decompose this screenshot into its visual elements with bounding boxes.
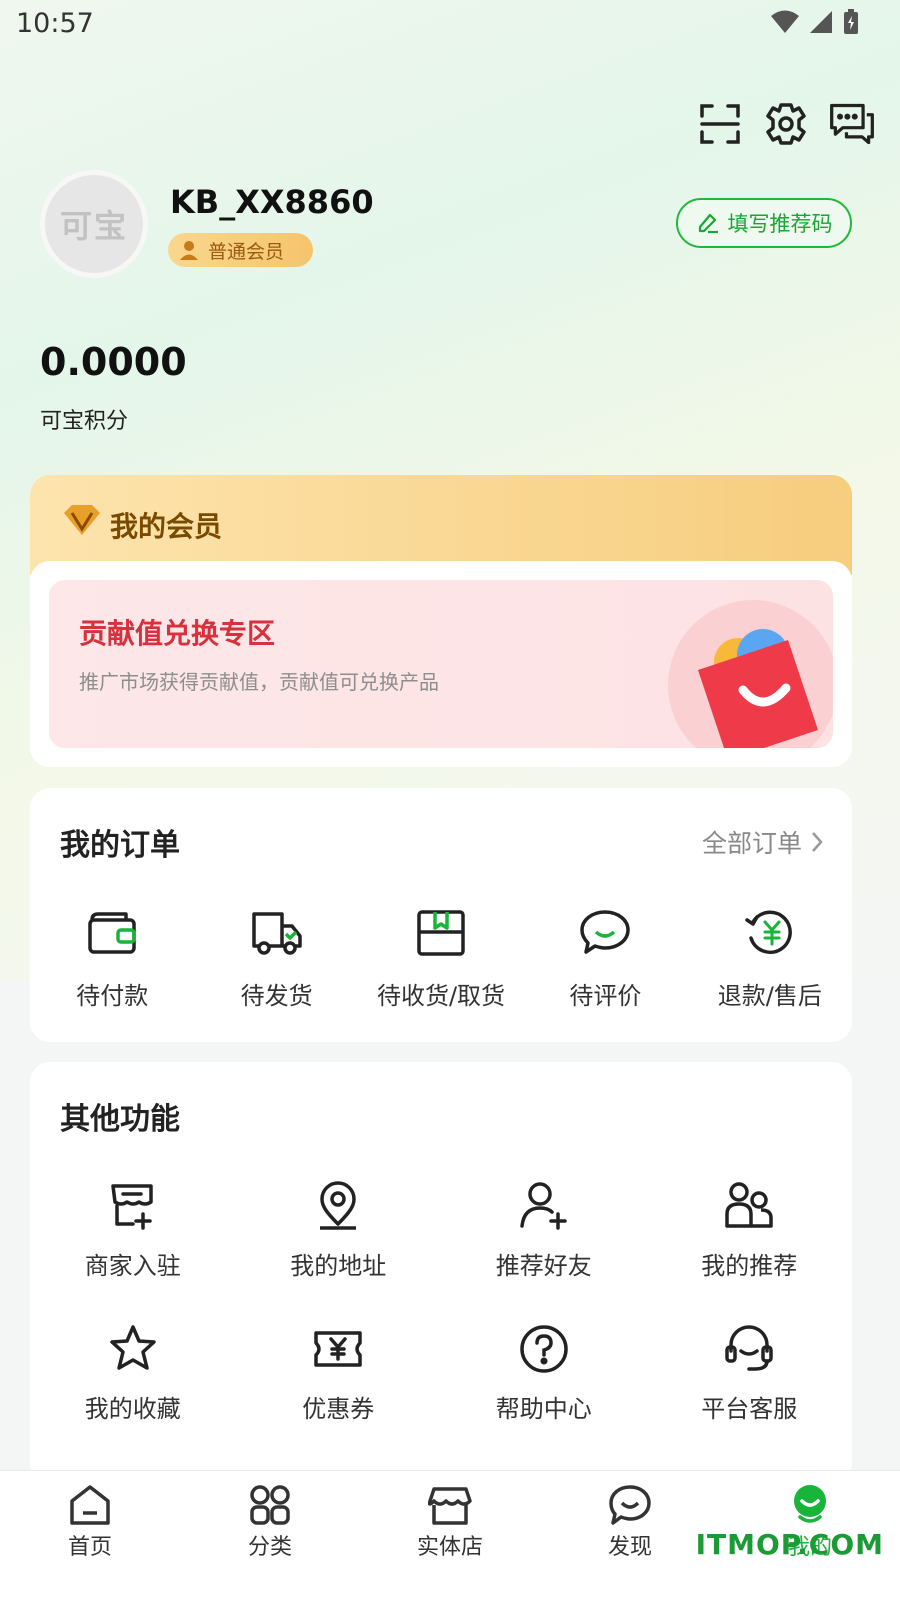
membership-header: 我的会员	[30, 475, 852, 575]
points-label: 可宝积分	[40, 409, 129, 434]
chat-icon	[830, 103, 874, 145]
order-status-row: 待付款 待发货 待收货/取货 待评价 退款/售后	[30, 908, 852, 1011]
user-add-icon	[520, 1182, 567, 1230]
chevron-right-icon	[812, 832, 823, 852]
member-level-label: 普通会员	[208, 240, 285, 263]
function-label: 商家入驻	[84, 1252, 181, 1280]
headset-icon	[725, 1325, 773, 1371]
help-icon	[520, 1325, 568, 1373]
function-label: 帮助中心	[495, 1395, 592, 1423]
order-pending-review[interactable]: 待评价	[523, 908, 687, 1011]
scan-button[interactable]	[696, 100, 744, 148]
order-item-label: 待评价	[569, 982, 642, 1010]
order-item-label: 待发货	[240, 982, 313, 1010]
order-pending-shipment[interactable]: 待发货	[194, 908, 358, 1011]
scan-icon	[700, 104, 740, 144]
all-orders-link[interactable]: 全部订单	[702, 824, 824, 860]
order-refund-aftersale[interactable]: 退款/售后	[688, 908, 852, 1011]
coupon-icon	[314, 1331, 362, 1367]
users-icon	[725, 1182, 773, 1228]
shopping-bag-icon	[668, 600, 833, 748]
edit-icon	[698, 213, 718, 234]
nav-home[interactable]: 首页	[0, 1471, 180, 1601]
nav-physical-store[interactable]: 实体店	[360, 1471, 540, 1601]
member-level-badge: 普通会员	[168, 233, 313, 267]
membership-body: 贡献值兑换专区 推广市场获得贡献值，贡献值可兑换产品	[30, 561, 852, 767]
refund-icon	[745, 910, 792, 955]
signal-icon	[810, 11, 832, 33]
nav-label: 分类	[247, 1535, 292, 1560]
referral-code-label: 填写推荐码	[727, 212, 833, 236]
watermark: ITMOP.COM	[695, 1528, 884, 1561]
top-actions	[696, 100, 876, 148]
exchange-title: 贡献值兑换专区	[79, 617, 276, 650]
settings-button[interactable]	[762, 100, 810, 148]
category-icon	[250, 1485, 290, 1525]
function-label: 我的地址	[290, 1252, 387, 1280]
username: KB_XX8860	[170, 183, 374, 221]
my-address[interactable]: 我的地址	[236, 1180, 442, 1281]
wifi-icon	[771, 10, 799, 33]
orders-title: 我的订单	[60, 828, 180, 863]
location-icon	[320, 1181, 357, 1230]
diamond-icon	[64, 505, 100, 535]
functions-grid: 商家入驻 我的地址 推荐好友 我的推荐 我的收藏 优惠券 帮助中心 平台客服	[30, 1180, 852, 1424]
function-label: 推荐好友	[495, 1252, 592, 1280]
function-label: 我的推荐	[701, 1252, 798, 1280]
membership-card[interactable]: 我的会员 贡献值兑换专区 推广市场获得贡献值，贡献值可兑换产品	[30, 475, 852, 767]
function-label: 优惠券	[302, 1395, 375, 1423]
home-icon	[70, 1485, 110, 1525]
all-orders-label: 全部订单	[701, 829, 802, 858]
star-icon	[110, 1325, 156, 1370]
user-icon	[180, 241, 198, 260]
status-icons	[770, 8, 860, 36]
orders-card: 我的订单 全部订单 待付款 待发货 待收货/取货 待评价 退款/售后	[30, 788, 852, 1042]
truck-icon	[251, 912, 302, 955]
comment-icon	[580, 910, 631, 954]
other-functions-card: 其他功能 商家入驻 我的地址 推荐好友 我的推荐 我的收藏 优惠券 帮助中心 平…	[30, 1062, 852, 1482]
coupons[interactable]: 优惠券	[236, 1323, 442, 1424]
shop-icon	[428, 1487, 472, 1525]
store-add-icon	[111, 1184, 153, 1230]
package-icon	[417, 910, 465, 956]
messages-button[interactable]	[828, 100, 876, 148]
status-time: 10:57	[16, 8, 94, 39]
order-pending-receipt[interactable]: 待收货/取货	[359, 908, 523, 1011]
order-item-label: 退款/售后	[717, 982, 822, 1010]
discover-icon	[609, 1485, 651, 1525]
my-favorites[interactable]: 我的收藏	[30, 1323, 236, 1424]
referral-code-button[interactable]: 填写推荐码	[676, 198, 852, 248]
avatar[interactable]: 可宝	[40, 170, 148, 278]
nav-category[interactable]: 分类	[180, 1471, 360, 1601]
exchange-zone-banner[interactable]: 贡献值兑换专区 推广市场获得贡献值，贡献值可兑换产品	[49, 580, 833, 748]
wallet-icon	[88, 912, 136, 954]
customer-service[interactable]: 平台客服	[647, 1323, 853, 1424]
order-item-label: 待收货/取货	[376, 982, 506, 1010]
profile-icon	[794, 1485, 826, 1523]
order-pending-payment[interactable]: 待付款	[30, 908, 194, 1011]
help-center[interactable]: 帮助中心	[441, 1323, 647, 1424]
exchange-description: 推广市场获得贡献值，贡献值可兑换产品	[79, 670, 439, 694]
battery-icon	[844, 9, 858, 34]
membership-title: 我的会员	[110, 510, 223, 543]
order-item-label: 待付款	[76, 982, 149, 1010]
function-label: 我的收藏	[84, 1395, 181, 1423]
functions-title: 其他功能	[60, 1102, 180, 1137]
status-bar: 10:57	[0, 0, 900, 50]
avatar-text: 可宝	[59, 207, 128, 245]
gear-icon	[766, 103, 806, 145]
my-referrals[interactable]: 我的推荐	[647, 1180, 853, 1281]
nav-label: 首页	[67, 1535, 112, 1560]
nav-discover[interactable]: 发现	[540, 1471, 720, 1601]
recommend-friend[interactable]: 推荐好友	[441, 1180, 647, 1281]
nav-label: 发现	[607, 1535, 652, 1560]
function-label: 平台客服	[701, 1395, 798, 1423]
points-value: 0.0000	[40, 340, 187, 384]
merchant-join[interactable]: 商家入驻	[30, 1180, 236, 1281]
nav-label: 实体店	[416, 1535, 483, 1560]
